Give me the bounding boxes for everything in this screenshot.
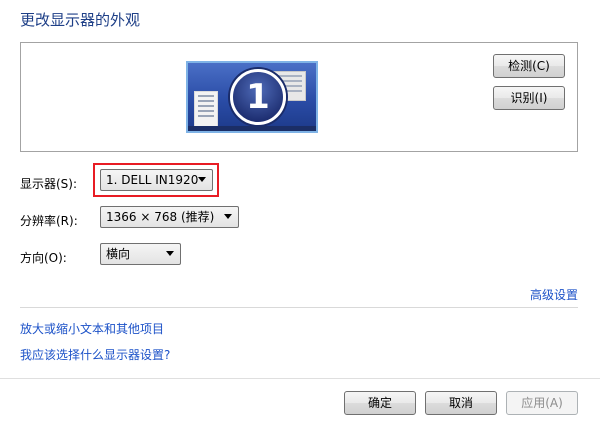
ok-button[interactable]: 确定 [344,391,416,415]
display-preview-panel: 1 检测(C) 识别(I) [20,42,578,152]
display-select[interactable]: 1. DELL IN1920 [100,169,213,191]
chevron-down-icon [224,214,232,219]
display-select-value: 1. DELL IN1920 [106,173,199,187]
enlarge-text-link[interactable]: 放大或缩小文本和其他项目 [20,320,164,337]
footer-divider [0,378,600,379]
detect-button[interactable]: 检测(C) [493,54,565,78]
resolution-label: 分辨率(R): [20,214,78,228]
display-label: 显示器(S): [20,177,78,191]
cancel-button[interactable]: 取消 [425,391,497,415]
which-settings-link[interactable]: 我应该选择什么显示器设置? [20,346,170,363]
taskbar-thumbnail [188,126,316,131]
resolution-select[interactable]: 1366 × 768 (推荐) [100,206,239,228]
orientation-select[interactable]: 横向 [100,243,181,265]
page-title: 更改显示器的外观 [20,11,141,29]
resolution-select-value: 1366 × 768 (推荐) [106,210,215,224]
monitor-number-badge: 1 [230,69,286,125]
orientation-select-value: 横向 [106,247,131,261]
orientation-label: 方向(O): [20,251,67,265]
advanced-settings-link[interactable]: 高级设置 [530,286,578,303]
chevron-down-icon [198,177,206,182]
window-thumbnail-icon [194,91,218,129]
monitor-thumbnail[interactable]: 1 [186,61,318,133]
chevron-down-icon [166,251,174,256]
identify-button[interactable]: 识别(I) [493,86,565,110]
divider [20,307,578,308]
apply-button[interactable]: 应用(A) [506,391,578,415]
